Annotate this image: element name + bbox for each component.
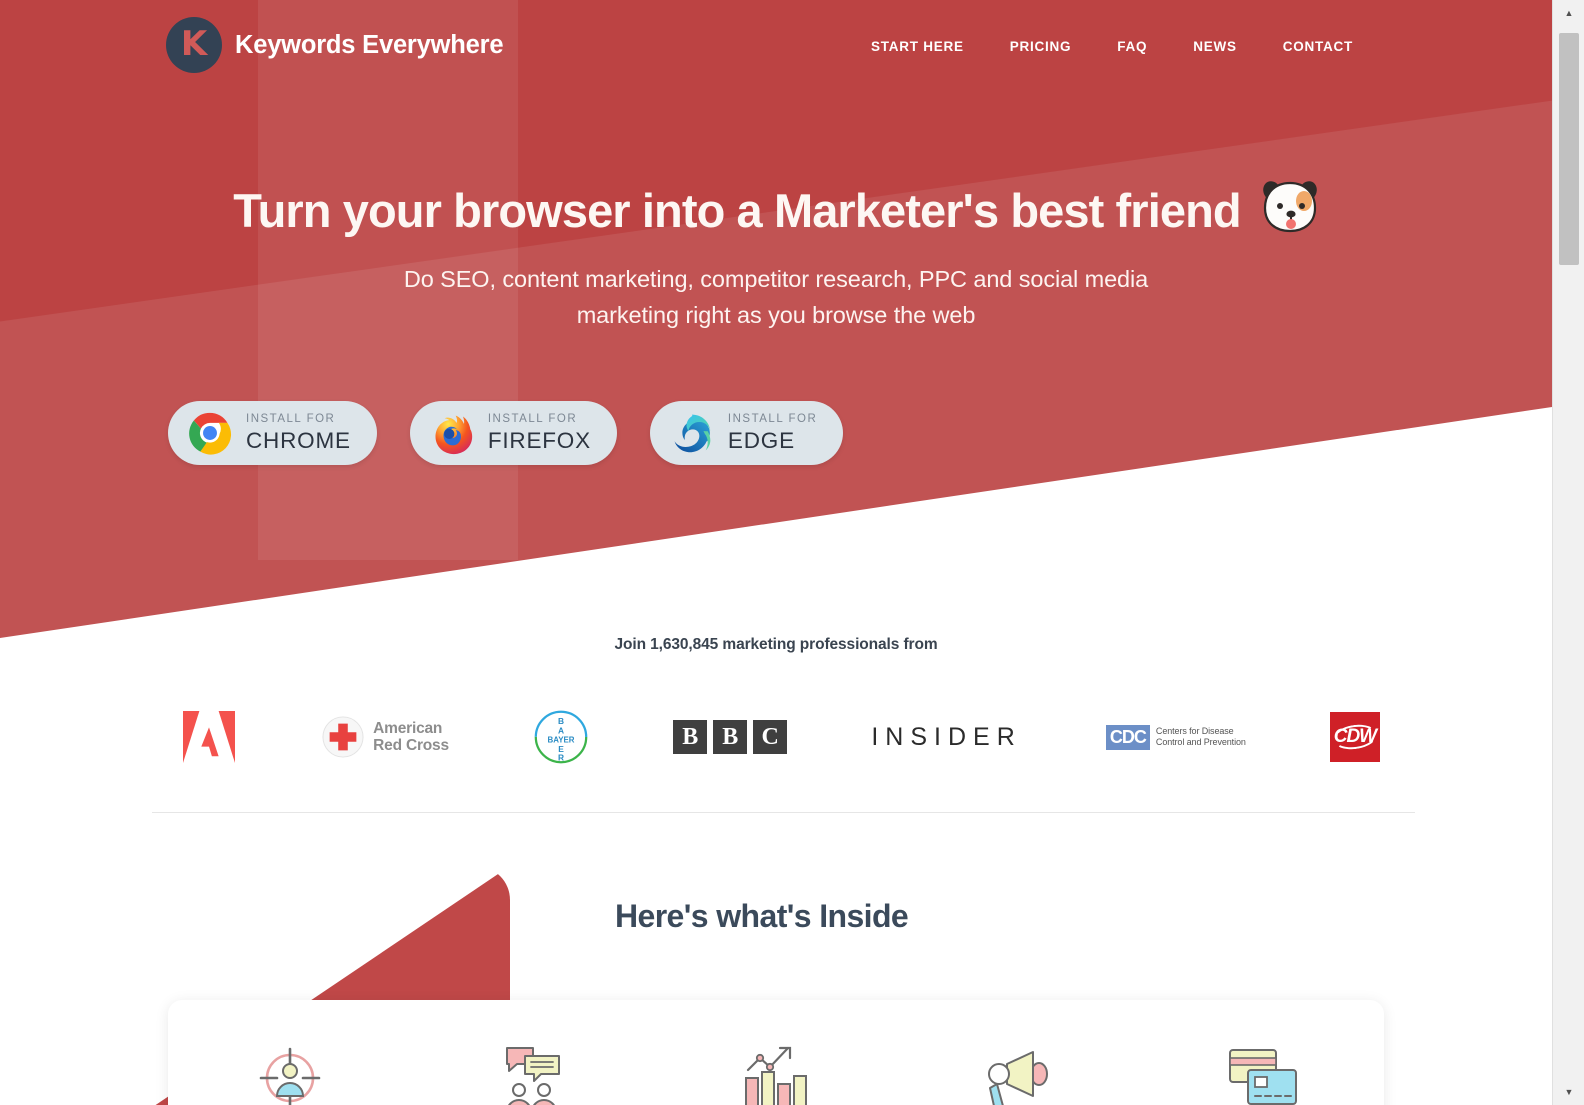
install-edge-kicker: INSTALL FOR — [727, 413, 818, 425]
browser-viewport: K Keywords Everywhere START HERE PRICING… — [0, 0, 1552, 1105]
nav-item-contact: CONTACT — [1260, 33, 1376, 60]
chrome-logo-icon — [188, 411, 232, 455]
install-firefox-text: INSTALL FOR FIREFOX — [487, 413, 591, 453]
brand-name: Keywords Everywhere — [235, 30, 504, 59]
client-logos-row: American Red Cross B A BAYER E R B B C I… — [180, 700, 1380, 774]
nav-item-faq: FAQ — [1094, 33, 1170, 60]
brand-logo-link[interactable]: K Keywords Everywhere — [166, 17, 504, 73]
arc-line-1: American — [373, 719, 443, 737]
megaphone-icon — [983, 1040, 1055, 1105]
vertical-scrollbar[interactable]: ▲ ▼ — [1552, 0, 1584, 1105]
cdc-line-1: Centers for Disease — [1155, 725, 1234, 736]
install-chrome-kicker: INSTALL FOR — [246, 413, 336, 425]
page-root: K Keywords Everywhere START HERE PRICING… — [0, 0, 1584, 1105]
social-proof-heading: Join 1,630,845 marketing professionals f… — [614, 636, 938, 653]
bbc-letter-3: C — [753, 720, 788, 754]
install-firefox-button[interactable]: INSTALL FOR FIREFOX — [409, 401, 617, 465]
bbc-letter-2: B — [713, 720, 748, 754]
logo-american-red-cross-text: American Red Cross — [373, 720, 449, 755]
logo-insider: INSIDER — [871, 702, 1021, 772]
install-chrome-text: INSTALL FOR CHROME — [246, 413, 351, 453]
install-chrome-browser: CHROME — [246, 427, 351, 453]
install-edge-text: INSTALL FOR EDGE — [727, 413, 818, 453]
nav-link-start-here[interactable]: START HERE — [848, 33, 987, 60]
install-edge-button[interactable]: INSTALL FOR EDGE — [649, 401, 844, 465]
audience-target-icon — [254, 1040, 326, 1105]
nav-link-news[interactable]: NEWS — [1170, 33, 1260, 60]
nav-links: START HERE PRICING FAQ NEWS CONTACT — [848, 33, 1376, 60]
cdc-abbr: CDC — [1105, 724, 1150, 750]
logo-bayer: B A BAYER E R — [533, 702, 589, 772]
nav-item-pricing: PRICING — [987, 33, 1095, 60]
scrollbar-up-arrow-icon[interactable]: ▲ — [1553, 0, 1584, 26]
scrollbar-down-arrow-icon[interactable]: ▼ — [1553, 1079, 1584, 1105]
insider-wordmark: INSIDER — [871, 722, 1022, 751]
arc-line-2: Red Cross — [373, 737, 449, 754]
feature-item-marketing[interactable] — [919, 1040, 1119, 1105]
cdw-wordmark: CDW — [1333, 726, 1377, 747]
bbc-letter-1: B — [673, 720, 708, 754]
feature-item-conversations[interactable] — [433, 1040, 633, 1105]
nav-item-start-here: START HERE — [848, 33, 987, 60]
firefox-logo-icon — [430, 411, 474, 455]
chat-bubbles-people-icon — [497, 1040, 569, 1105]
install-buttons-row: INSTALL FOR CHROME INSTALL FOR FIREFOX I… — [168, 401, 844, 465]
brand-mark-letter: K — [180, 24, 208, 64]
cdc-fullname: Centers for Disease Control and Preventi… — [1156, 726, 1246, 749]
nav-link-pricing[interactable]: PRICING — [987, 33, 1095, 60]
install-edge-browser: EDGE — [727, 427, 795, 453]
feature-item-analytics[interactable] — [676, 1040, 876, 1105]
brand-mark-icon: K — [166, 17, 222, 73]
install-chrome-button[interactable]: INSTALL FOR CHROME — [168, 401, 377, 465]
credit-cards-icon — [1226, 1040, 1298, 1105]
install-firefox-browser: FIREFOX — [487, 427, 591, 453]
logo-bbc: B B C — [673, 702, 788, 772]
edge-logo-icon — [670, 411, 714, 455]
page-title: Turn your browser into a Marketer's best… — [0, 178, 1552, 245]
feature-item-audience[interactable] — [190, 1040, 390, 1105]
install-firefox-kicker: INSTALL FOR — [487, 413, 578, 425]
cdc-line-2: Control and Prevention — [1155, 737, 1246, 747]
nav-link-contact[interactable]: CONTACT — [1260, 33, 1376, 60]
section-divider — [152, 812, 1415, 813]
logo-american-red-cross: American Red Cross — [322, 702, 449, 772]
inside-section-title: Here's what's Inside — [615, 898, 909, 934]
hero-subtitle: Do SEO, content marketing, competitor re… — [403, 266, 1149, 328]
nav-link-faq[interactable]: FAQ — [1094, 33, 1170, 60]
feature-item-monetization[interactable] — [1162, 1040, 1362, 1105]
features-card — [168, 1000, 1384, 1105]
main-navigation: K Keywords Everywhere START HERE PRICING… — [0, 0, 1552, 88]
nav-item-news: NEWS — [1170, 33, 1260, 60]
dog-face-icon — [1261, 178, 1319, 245]
logo-adobe — [180, 702, 238, 772]
svg-text:R: R — [558, 752, 564, 762]
growth-bar-chart-icon — [740, 1040, 812, 1105]
cdw-badge: CDW — [1329, 712, 1380, 762]
logo-cdw: CDW — [1329, 702, 1380, 772]
scrollbar-thumb[interactable] — [1559, 33, 1579, 265]
logo-cdc: CDC Centers for Disease Control and Prev… — [1105, 702, 1246, 772]
svg-text:A: A — [558, 725, 564, 735]
hero-title-text: Turn your browser into a Marketer's best… — [233, 184, 1241, 237]
